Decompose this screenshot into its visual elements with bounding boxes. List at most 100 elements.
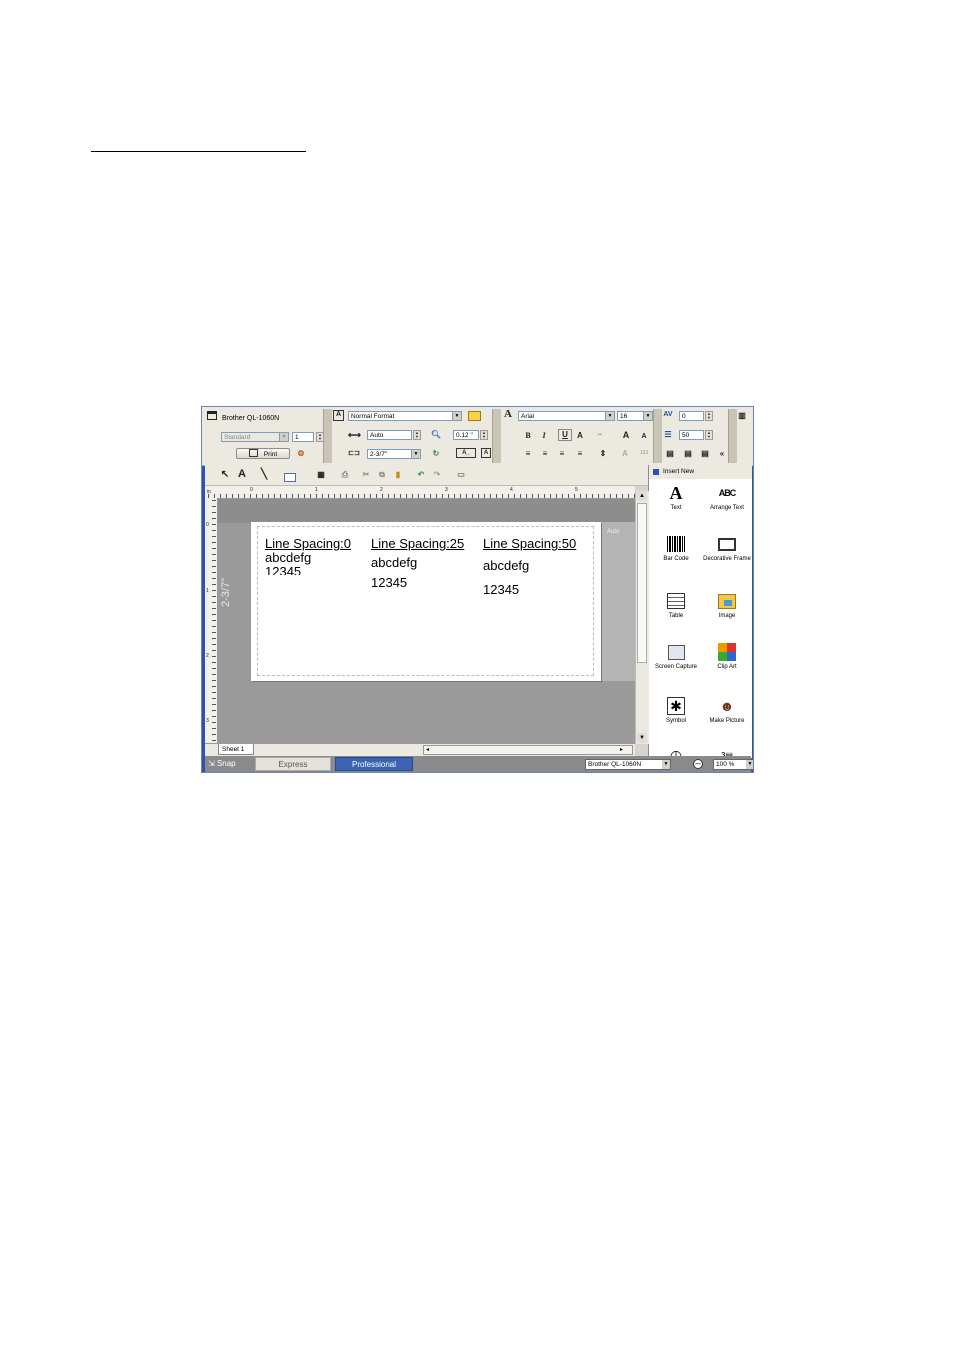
font-select[interactable]: Arial ▼: [518, 411, 615, 421]
align-top-icon[interactable]: ▤: [664, 448, 676, 459]
sheet-tab[interactable]: Sheet 1: [218, 744, 254, 755]
quality-select[interactable]: Standard ▼: [221, 432, 289, 442]
align-center-icon[interactable]: ≡: [539, 448, 551, 459]
insert-item-label: Make Picture: [709, 718, 745, 724]
canvas-vertical-scrollbar[interactable]: ▲ ▼: [635, 491, 649, 744]
undo-icon[interactable]: ↶: [415, 469, 427, 480]
scroll-thumb[interactable]: [637, 503, 647, 663]
text-object-spacing-25[interactable]: Line Spacing:25 abcdefg 12345: [371, 537, 464, 593]
line-spacing-input[interactable]: 50: [679, 430, 704, 440]
text-tool-icon[interactable]: A: [236, 469, 248, 480]
label-paper[interactable]: Line Spacing:0 abcdefg 12345 Line Spacin…: [251, 522, 601, 681]
insert-new-panel: Insert New A Text ABC Arrange Text Bar C…: [648, 465, 752, 762]
print-button[interactable]: Print: [236, 448, 290, 459]
text-object-spacing-0[interactable]: Line Spacing:0 abcdefg 12345: [265, 537, 351, 576]
zoom-select[interactable]: 100 % ▼: [713, 759, 753, 770]
insert-text-item[interactable]: A Text: [651, 483, 701, 512]
line-spacing-icon: ☰: [664, 430, 672, 439]
insert-frame-item[interactable]: Decorative Frame: [702, 534, 752, 563]
label-type-icon[interactable]: [468, 411, 481, 421]
object-properties-icon[interactable]: ▭: [455, 469, 467, 480]
text-line: 12345: [265, 565, 302, 575]
scroll-down-icon[interactable]: ▼: [637, 733, 647, 743]
length-spinner[interactable]: ▲ ▼: [413, 430, 421, 440]
select-arrow-icon[interactable]: ↖: [219, 469, 231, 480]
group-separator: [323, 409, 332, 463]
express-mode-button[interactable]: Express: [255, 757, 331, 771]
print-preview-icon[interactable]: ⎙: [339, 469, 351, 480]
insert-item-label: Screen Capture: [654, 664, 698, 670]
tape-width-select[interactable]: 2-3/7" ▼: [367, 449, 421, 459]
insert-item-label: Arrange Text: [710, 505, 744, 511]
scroll-left-icon[interactable]: ◂: [426, 746, 429, 753]
v-ruler-tick: 0: [206, 522, 209, 528]
rotate-icon[interactable]: ↻: [430, 448, 442, 459]
text-direction-icon[interactable]: A: [619, 448, 631, 459]
char-spacing-spinner[interactable]: ▲ ▼: [705, 411, 713, 421]
insert-barcode-item[interactable]: Bar Code: [651, 534, 701, 563]
layout-canvas[interactable]: 2-3/7" Auto Line Spacing:0 abcdefg 12345…: [218, 499, 635, 744]
char-width-icon[interactable]: ↔: [594, 429, 606, 440]
insert-item-label: Symbol: [665, 718, 686, 724]
insert-clip-art-item[interactable]: Clip Art: [702, 642, 752, 671]
grow-font-icon[interactable]: A: [620, 430, 632, 441]
clip-art-icon: [717, 642, 737, 662]
professional-mode-button[interactable]: Professional: [335, 757, 413, 771]
length-input[interactable]: Auto: [367, 430, 412, 440]
vertical-text-icon[interactable]: A: [481, 448, 491, 458]
insert-item-label: Decorative Frame: [703, 556, 751, 562]
text-box-icon[interactable]: A_: [456, 448, 476, 458]
h-ruler-tick: 0: [250, 487, 253, 493]
italic-icon[interactable]: I: [538, 430, 550, 441]
redo-icon[interactable]: ↷: [431, 469, 443, 480]
align-bottom-icon[interactable]: ▤: [699, 448, 711, 459]
zoom-out-icon[interactable]: –: [693, 759, 703, 769]
line-spacing-spinner[interactable]: ▲ ▼: [705, 430, 713, 440]
print-options-icon[interactable]: ⚙: [295, 448, 307, 459]
text-object-spacing-50[interactable]: Line Spacing:50 abcdefg 12345: [483, 537, 576, 602]
align-middle-icon[interactable]: ▤: [682, 448, 694, 459]
shrink-font-icon[interactable]: A: [638, 431, 650, 442]
tape-width-icon: ⊏⊐: [348, 450, 360, 457]
insert-arrange-text-item[interactable]: ABC Arrange Text: [702, 483, 752, 512]
align-right-icon[interactable]: ≡: [556, 448, 568, 459]
margin-input[interactable]: 0.12 ": [453, 430, 479, 440]
length-icon: ⟷: [348, 430, 361, 440]
copies-input[interactable]: 1: [292, 432, 314, 442]
layout-panel-icon[interactable]: ▥: [736, 410, 748, 421]
underline-icon[interactable]: U: [558, 429, 572, 441]
margin-spinner[interactable]: ▲ ▼: [480, 430, 488, 440]
insert-screen-capture-item[interactable]: Screen Capture: [651, 642, 701, 671]
text-line: abcdefg: [483, 558, 530, 573]
insert-table-item[interactable]: Table: [651, 591, 701, 620]
insert-item-label: Clip Art: [717, 664, 737, 670]
table-tool-icon[interactable]: ▦: [315, 469, 327, 480]
vertical-align-icon[interactable]: ⇕: [597, 448, 609, 459]
char-spacing-input[interactable]: 0: [679, 411, 704, 421]
font-size-select[interactable]: 16 ▼: [617, 411, 653, 421]
insert-make-picture-item[interactable]: ☻ Make Picture: [702, 696, 752, 725]
insert-symbol-item[interactable]: ✱ Symbol: [651, 696, 701, 725]
justify-icon[interactable]: ≡: [574, 448, 586, 459]
copy-icon[interactable]: ⧉: [376, 469, 388, 480]
outline-icon[interactable]: A: [574, 430, 586, 441]
cut-icon[interactable]: ✂: [360, 469, 372, 480]
snap-button[interactable]: ⇲ Snap: [208, 758, 254, 770]
ruler-unit: in: [207, 489, 211, 495]
scroll-up-icon[interactable]: ▲: [637, 491, 647, 501]
shape-tool-icon[interactable]: [284, 473, 296, 482]
bold-icon[interactable]: B: [522, 430, 534, 441]
line-tool-icon[interactable]: ╲: [258, 469, 270, 480]
align-left-icon[interactable]: ≡: [522, 448, 534, 459]
numbering-icon[interactable]: 123: [638, 448, 650, 459]
zoom-lens-icon[interactable]: 🔍︎: [430, 429, 442, 440]
format-select[interactable]: Normal Format ▼: [348, 411, 462, 421]
collapse-icon[interactable]: «: [716, 448, 728, 459]
printer-select[interactable]: Brother QL-1060N ▼: [585, 759, 671, 770]
canvas-horizontal-scrollbar[interactable]: ◂ ▸: [423, 745, 633, 755]
scroll-right-icon[interactable]: ▸: [620, 746, 623, 753]
auto-label: Auto: [607, 529, 620, 535]
paste-icon[interactable]: ▮: [392, 469, 404, 480]
insert-image-item[interactable]: Image: [702, 591, 752, 620]
h-ruler-tick: 3: [445, 487, 448, 493]
